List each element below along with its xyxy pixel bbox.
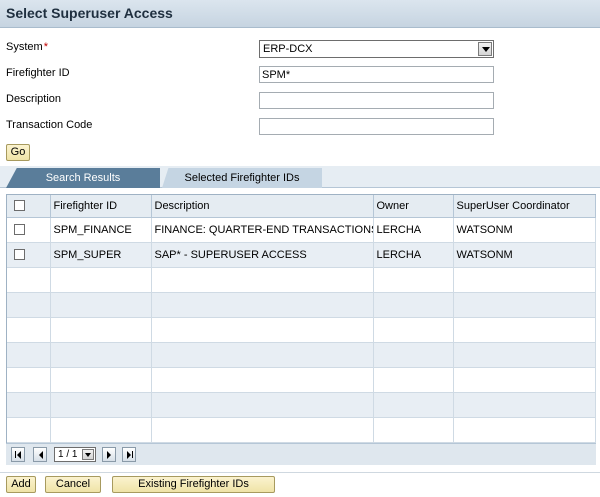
empty-row	[7, 367, 596, 393]
system-label: System*	[6, 41, 48, 53]
existing-firefighter-ids-button[interactable]: Existing Firefighter IDs	[112, 476, 275, 493]
empty-row	[7, 417, 596, 443]
chevron-down-icon[interactable]	[478, 42, 492, 56]
row-checkbox-cell[interactable]	[7, 217, 51, 243]
table-row[interactable]: SPM_SUPER SAP* - SUPERUSER ACCESS LERCHA…	[7, 242, 596, 268]
first-page-icon[interactable]	[11, 447, 25, 462]
pager: 1 / 1	[6, 443, 596, 465]
cell-owner: LERCHA	[373, 242, 454, 268]
firefighter-id-input[interactable]	[259, 66, 494, 83]
transaction-code-label: Transaction Code	[6, 119, 93, 131]
transaction-code-input[interactable]	[259, 118, 494, 135]
system-select-value: ERP-DCX	[263, 43, 313, 55]
firefighter-id-label: Firefighter ID	[6, 67, 70, 79]
cell-firefighter-id: SPM_FINANCE	[50, 217, 152, 243]
column-header-firefighter-id[interactable]: Firefighter ID	[50, 195, 152, 218]
previous-page-icon[interactable]	[33, 447, 47, 462]
cell-coordinator: WATSONM	[453, 242, 596, 268]
select-all-cell[interactable]	[7, 195, 51, 218]
page-title: Select Superuser Access	[6, 5, 173, 21]
cell-description: FINANCE: QUARTER-END TRANSACTIONS	[151, 217, 374, 243]
description-input[interactable]	[259, 92, 494, 109]
column-header-owner[interactable]: Owner	[373, 195, 454, 218]
next-page-icon[interactable]	[102, 447, 116, 462]
last-page-icon[interactable]	[122, 447, 136, 462]
description-label: Description	[6, 93, 62, 105]
row-checkbox-cell[interactable]	[7, 242, 51, 268]
row-checkbox[interactable]	[14, 224, 25, 236]
add-button[interactable]: Add	[6, 476, 36, 493]
chevron-down-icon[interactable]	[82, 449, 94, 460]
cell-coordinator: WATSONM	[453, 217, 596, 243]
select-all-checkbox[interactable]	[14, 200, 25, 212]
tab-search-results[interactable]: Search Results	[6, 168, 160, 188]
cell-firefighter-id: SPM_SUPER	[50, 242, 152, 268]
cell-owner: LERCHA	[373, 217, 454, 243]
system-label-text: System	[6, 41, 43, 53]
cancel-button[interactable]: Cancel	[45, 476, 101, 493]
go-button[interactable]: Go	[6, 144, 30, 161]
title-bar: Select Superuser Access	[0, 0, 600, 28]
empty-row	[7, 342, 596, 368]
table-header-row: Firefighter ID Description Owner SuperUs…	[7, 195, 596, 218]
empty-row	[7, 317, 596, 343]
column-header-description[interactable]: Description	[151, 195, 374, 218]
results-grid: Firefighter ID Description Owner SuperUs…	[7, 195, 596, 443]
required-mark: *	[43, 41, 48, 53]
tab-selected-firefighter-ids[interactable]: Selected Firefighter IDs	[162, 168, 322, 188]
page-select-value: 1 / 1	[58, 449, 78, 460]
column-header-coordinator[interactable]: SuperUser Coordinator	[453, 195, 596, 218]
cell-description: SAP* - SUPERUSER ACCESS	[151, 242, 374, 268]
system-select[interactable]: ERP-DCX	[259, 40, 494, 58]
table-row[interactable]: SPM_FINANCE FINANCE: QUARTER-END TRANSAC…	[7, 217, 596, 243]
empty-row	[7, 292, 596, 318]
footer-divider	[0, 472, 600, 473]
results-table: Firefighter ID Description Owner SuperUs…	[6, 194, 596, 465]
empty-row	[7, 267, 596, 293]
row-checkbox[interactable]	[14, 249, 25, 261]
page-select[interactable]: 1 / 1	[54, 447, 96, 462]
empty-row	[7, 392, 596, 418]
